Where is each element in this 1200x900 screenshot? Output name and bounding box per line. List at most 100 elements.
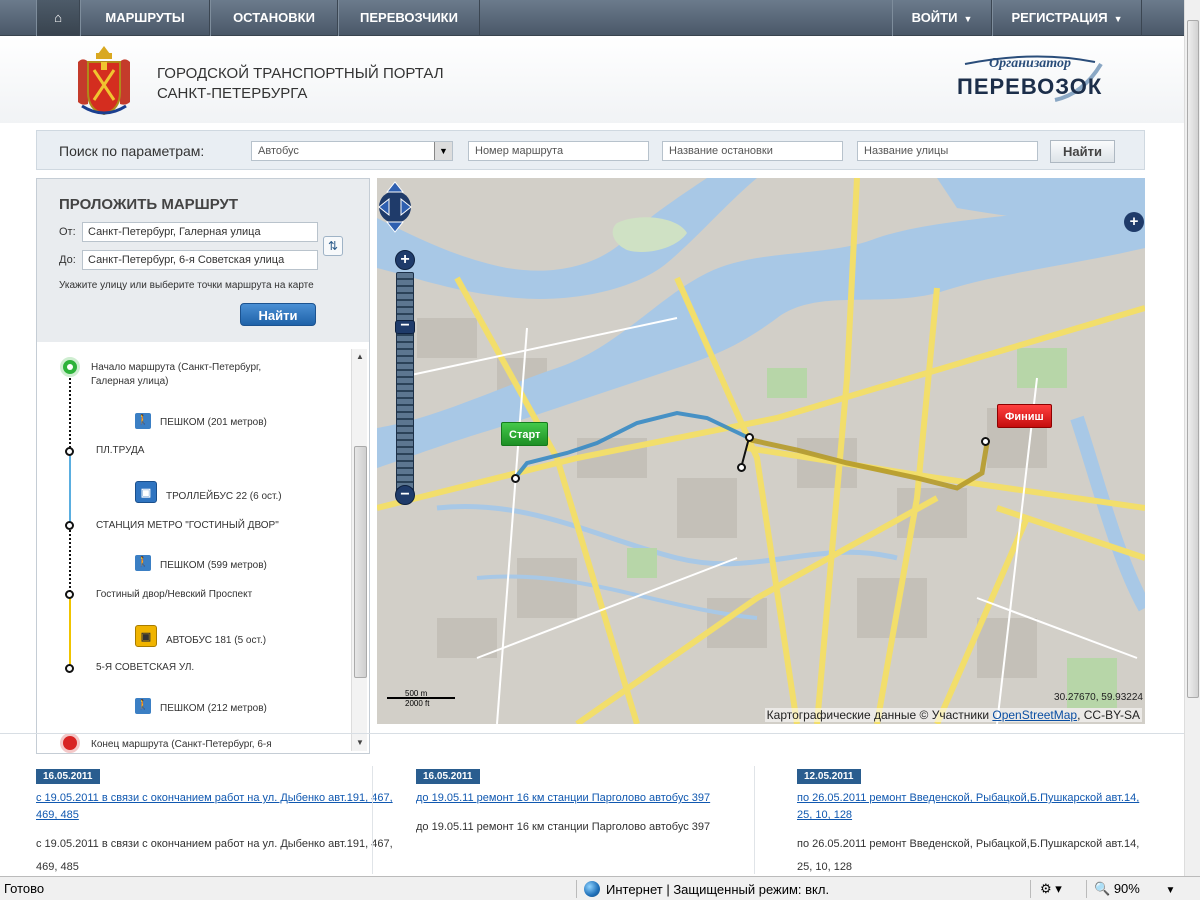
news-date: 16.05.2011 bbox=[416, 769, 480, 784]
stop-node bbox=[65, 664, 74, 673]
stop-name-input[interactable]: Название остановки bbox=[662, 141, 843, 161]
nav-stops[interactable]: ОСТАНОВКИ bbox=[210, 0, 338, 36]
zoom-out-icon[interactable]: − bbox=[395, 485, 415, 505]
osm-link[interactable]: OpenStreetMap bbox=[992, 708, 1077, 722]
map-attribution: Картографические данные © Участники Open… bbox=[764, 708, 1142, 722]
step-end: Конец маршрута (Санкт-Петербург, 6-я bbox=[91, 739, 272, 750]
route-point[interactable] bbox=[511, 474, 520, 483]
dropdown-arrow-icon[interactable]: ▼ bbox=[434, 142, 452, 160]
pan-control-icon[interactable] bbox=[377, 178, 413, 236]
step-stop-1: ПЛ.ТРУДА bbox=[96, 445, 145, 456]
trolley-line bbox=[69, 453, 71, 526]
globe-icon bbox=[584, 881, 600, 897]
security-zone[interactable]: Интернет | Защищенный режим: вкл. bbox=[584, 881, 829, 897]
news-divider bbox=[754, 766, 755, 874]
step-stop-3: Гостиный двор/Невский Проспект bbox=[96, 589, 253, 600]
status-ready: Готово bbox=[4, 881, 45, 896]
layers-plus-icon[interactable]: + bbox=[1124, 212, 1144, 232]
chevron-down-icon: ▼ bbox=[1165, 885, 1176, 896]
route-point[interactable] bbox=[737, 463, 746, 472]
register-button[interactable]: РЕГИСТРАЦИЯ ▼ bbox=[992, 0, 1142, 36]
swap-direction-icon[interactable]: ⇅ bbox=[323, 236, 343, 256]
news-date: 12.05.2011 bbox=[797, 769, 861, 784]
zoom-slider[interactable] bbox=[396, 272, 414, 496]
search-label: Поиск по параметрам: bbox=[59, 143, 205, 159]
stop-node bbox=[65, 447, 74, 456]
scroll-thumb[interactable] bbox=[354, 446, 367, 678]
status-divider bbox=[1086, 880, 1087, 898]
from-input[interactable]: Санкт-Петербург, Галерная улица bbox=[82, 222, 318, 242]
map-coordinates: 30.27670, 59.93224 bbox=[1054, 692, 1143, 703]
chevron-down-icon: ▼ bbox=[1113, 14, 1123, 24]
home-button[interactable]: ⌂ bbox=[36, 0, 80, 36]
news-separator bbox=[0, 733, 1184, 734]
start-marker-icon bbox=[60, 357, 80, 377]
news-link[interactable]: до 19.05.11 ремонт 16 км станции Парголо… bbox=[416, 790, 776, 807]
news-body: до 19.05.11 ремонт 16 км станции Парголо… bbox=[416, 821, 711, 833]
bus-line bbox=[69, 595, 71, 669]
zoom-control[interactable]: 🔍 90% ▼ bbox=[1094, 881, 1175, 897]
home-icon: ⌂ bbox=[54, 10, 62, 25]
news-body: по 26.05.2011 ремонт Введенской, Рыбацко… bbox=[797, 838, 1140, 873]
login-button[interactable]: ВОЙТИ ▼ bbox=[892, 0, 992, 36]
zoom-level-handle[interactable]: − bbox=[395, 318, 415, 334]
organizer-logo[interactable]: Организатор ПЕРЕВОЗОК bbox=[955, 54, 1103, 106]
scroll-down-icon[interactable]: ▼ bbox=[352, 735, 368, 751]
route-form: ПРОЛОЖИТЬ МАРШРУТ От: Санкт-Петербург, Г… bbox=[37, 179, 369, 342]
step-bus: АВТОБУС 181 (5 ост.) bbox=[166, 635, 267, 646]
transport-type-select[interactable]: Автобус ▼ bbox=[251, 141, 453, 161]
zoom-in-icon[interactable]: + bbox=[395, 250, 415, 270]
coat-of-arms-logo bbox=[78, 46, 130, 116]
page-scrollbar[interactable] bbox=[1184, 0, 1200, 876]
news-body: с 19.05.2011 в связи с окончанием работ … bbox=[36, 838, 393, 873]
search-button[interactable]: Найти bbox=[1050, 140, 1115, 163]
portal-title: ГОРОДСКОЙ ТРАНСПОРТНЫЙ ПОРТАЛ САНКТ-ПЕТЕ… bbox=[157, 65, 444, 102]
map-view[interactable]: + − − + Старт Финиш 500 m 2000 ft 30.276… bbox=[377, 178, 1145, 724]
street-name-input[interactable]: Название улицы bbox=[857, 141, 1038, 161]
route-find-button[interactable]: Найти bbox=[240, 303, 316, 326]
search-bar: Поиск по параметрам: Автобус ▼ Номер мар… bbox=[36, 130, 1145, 170]
walk-icon: 🚶 bbox=[135, 413, 151, 429]
status-divider bbox=[1030, 880, 1031, 898]
news-item: 16.05.2011 с 19.05.2011 в связи с оконча… bbox=[36, 766, 396, 876]
stop-node bbox=[65, 590, 74, 599]
route-point[interactable] bbox=[745, 433, 754, 442]
walk-icon: 🚶 bbox=[135, 698, 151, 714]
map-canvas bbox=[377, 178, 1145, 724]
news-item: 16.05.2011 до 19.05.11 ремонт 16 км стан… bbox=[416, 766, 776, 876]
magnifier-icon: 🔍 bbox=[1094, 881, 1111, 896]
news-link[interactable]: с 19.05.2011 в связи с окончанием работ … bbox=[36, 790, 396, 824]
top-nav: ⌂ МАРШРУТЫ ОСТАНОВКИ ПЕРЕВОЗЧИКИ ВОЙТИ ▼ … bbox=[0, 0, 1184, 36]
news-link[interactable]: по 26.05.2011 ремонт Введенской, Рыбацко… bbox=[797, 790, 1157, 824]
end-marker-icon bbox=[60, 733, 80, 753]
step-walk-3: ПЕШКОМ (212 метров) bbox=[160, 703, 267, 714]
map-scale: 500 m 2000 ft bbox=[387, 689, 459, 708]
nav-routes[interactable]: МАРШРУТЫ bbox=[80, 0, 210, 36]
route-title: ПРОЛОЖИТЬ МАРШРУТ bbox=[59, 196, 239, 213]
walk-icon: 🚶 bbox=[135, 555, 151, 571]
scroll-up-icon[interactable]: ▲ bbox=[352, 349, 368, 365]
steps-scrollbar[interactable]: ▲ ▼ bbox=[351, 349, 367, 751]
page-scroll-thumb[interactable] bbox=[1187, 20, 1199, 698]
route-steps-list: Начало маршрута (Санкт-Петербург, Галерн… bbox=[37, 343, 351, 753]
step-walk-1: ПЕШКОМ (201 метров) bbox=[160, 417, 267, 428]
step-trolleybus: ТРОЛЛЕЙБУС 22 (6 ост.) bbox=[166, 491, 282, 502]
from-label: От: bbox=[59, 226, 76, 238]
route-number-input[interactable]: Номер маршрута bbox=[468, 141, 649, 161]
step-stop-4: 5-Я СОВЕТСКАЯ УЛ. bbox=[96, 662, 195, 673]
finish-flag[interactable]: Финиш bbox=[997, 404, 1052, 428]
to-label: До: bbox=[59, 254, 76, 266]
status-divider bbox=[576, 880, 577, 898]
route-hint: Укажите улицу или выберите точки маршрут… bbox=[59, 280, 314, 291]
site-header: ГОРОДСКОЙ ТРАНСПОРТНЫЙ ПОРТАЛ САНКТ-ПЕТЕ… bbox=[0, 37, 1184, 123]
to-input[interactable]: Санкт-Петербург, 6-я Советская улица bbox=[82, 250, 318, 270]
nav-carriers[interactable]: ПЕРЕВОЗЧИКИ bbox=[338, 0, 480, 36]
chevron-down-icon: ▼ bbox=[963, 14, 973, 24]
start-flag[interactable]: Старт bbox=[501, 422, 549, 446]
route-panel: ПРОЛОЖИТЬ МАРШРУТ От: Санкт-Петербург, Г… bbox=[36, 178, 370, 754]
news-item: 12.05.2011 по 26.05.2011 ремонт Введенск… bbox=[797, 766, 1157, 876]
route-point[interactable] bbox=[981, 437, 990, 446]
news-divider bbox=[372, 766, 373, 874]
popup-blocker-icon[interactable]: ⚙ ▾ bbox=[1040, 881, 1062, 897]
